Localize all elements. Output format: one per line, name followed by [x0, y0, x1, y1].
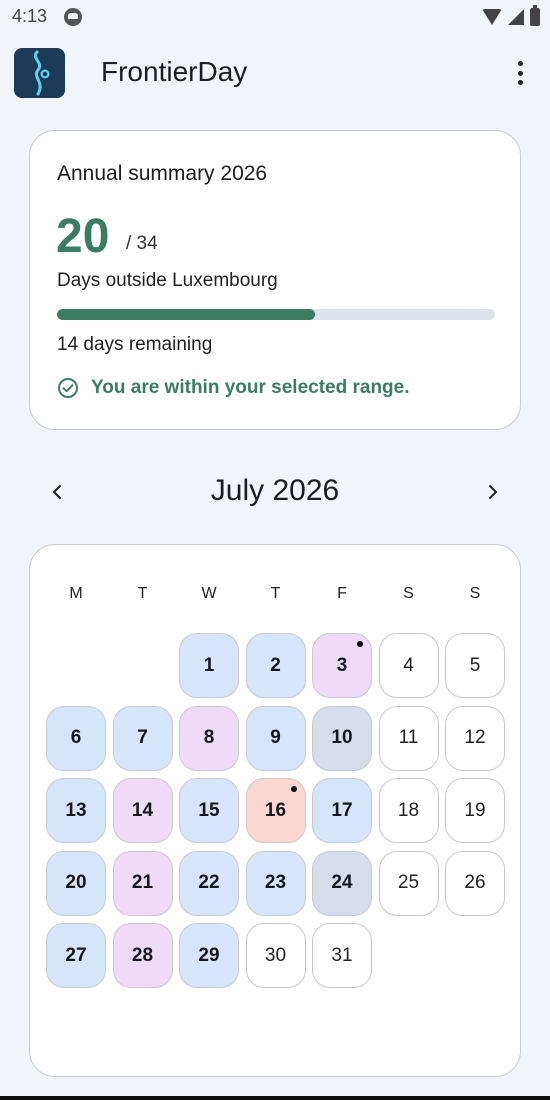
- calendar-day-number: 13: [65, 799, 87, 821]
- more-vert-icon[interactable]: [510, 58, 530, 88]
- calendar-day-number: 28: [131, 944, 154, 966]
- weekday-label: S: [403, 585, 414, 602]
- android-face-icon: [64, 8, 82, 26]
- progress-fill: [57, 309, 315, 320]
- calendar-day[interactable]: 2: [245, 633, 306, 698]
- calendar-day[interactable]: 12: [445, 705, 505, 771]
- weekday-label: F: [337, 585, 347, 602]
- calendar-day[interactable]: 6: [46, 705, 106, 771]
- navigation-bar: [0, 1096, 550, 1100]
- calendar-day[interactable]: 4: [378, 633, 439, 698]
- calendar-day[interactable]: 17: [312, 778, 372, 843]
- summary-subtitle: Days outside Luxembourg: [57, 270, 278, 291]
- calendar-day-number: 5: [469, 654, 481, 676]
- weekday-label: W: [201, 585, 217, 602]
- app-logo: [14, 48, 65, 98]
- calendar-day[interactable]: 29: [179, 923, 239, 988]
- weekday-label: M: [69, 585, 83, 602]
- calendar-day-number: 31: [331, 944, 353, 966]
- calendar-day-number: 1: [203, 654, 215, 676]
- calendar-day-number: 23: [264, 872, 287, 893]
- summary-title: Annual summary 2026: [57, 162, 268, 185]
- status-row: You are within your selected range.: [57, 377, 410, 399]
- weekday-label: S: [469, 585, 481, 602]
- calendar-day-number: 29: [198, 944, 220, 966]
- calendar-day[interactable]: 25: [378, 850, 439, 916]
- calendar-day[interactable]: 23: [245, 850, 306, 916]
- calendar-day[interactable]: 27: [46, 923, 106, 988]
- calendar-day[interactable]: 15: [179, 778, 239, 843]
- range-status-text: You are within your selected range.: [91, 377, 410, 398]
- calendar-day-number: 6: [70, 727, 82, 748]
- app-title: FrontierDay: [101, 56, 248, 87]
- status-bar: 4:13: [0, 0, 550, 34]
- calendar-day[interactable]: 26: [445, 850, 505, 916]
- status-time: 4:13: [12, 6, 48, 26]
- calendar-day[interactable]: 11: [378, 705, 439, 771]
- calendar-day[interactable]: 20: [46, 850, 106, 916]
- signal-icon: [508, 9, 524, 25]
- calendar-day-number: 12: [464, 727, 486, 748]
- calendar-day[interactable]: 13: [46, 778, 106, 843]
- calendar-day-number: 7: [137, 727, 148, 748]
- days-remaining: 14 days remaining: [57, 334, 213, 355]
- calendar-day-number: 4: [403, 654, 414, 676]
- calendar-day[interactable]: 5: [445, 633, 505, 698]
- calendar-day[interactable]: 7: [112, 705, 173, 771]
- calendar-day[interactable]: 1: [179, 633, 239, 698]
- annual-summary-card: Annual summary 2026 20 / 34 Days outside…: [29, 130, 521, 430]
- calendar-day[interactable]: 21: [112, 850, 173, 916]
- calendar-day[interactable]: 30: [245, 923, 306, 988]
- calendar-grid: M T W T F S S 1 2 3 4 5 6 7 8 9 10 11 12 13 14 15 16 17 1…: [29, 544, 521, 1077]
- calendar-day[interactable]: 16: [245, 778, 306, 843]
- calendar-day-number: 19: [464, 799, 486, 821]
- calendar-day-number: 14: [131, 799, 154, 821]
- calendar-day-number: 20: [65, 872, 87, 893]
- calendar-day-number: 2: [270, 654, 281, 676]
- calendar-day-number: 18: [397, 799, 420, 821]
- calendar-day-number: 15: [198, 799, 220, 821]
- calendar-day[interactable]: 3: [312, 633, 372, 698]
- event-indicator-dot: [290, 786, 297, 792]
- calendar-day-number: 30: [264, 944, 287, 966]
- wifi-icon: [482, 9, 502, 25]
- calendar-day-number: 26: [464, 872, 486, 893]
- calendar-day-number: 17: [331, 799, 353, 821]
- calendar-day-number: 3: [336, 654, 348, 676]
- calendar-day[interactable]: 8: [179, 705, 239, 771]
- calendar-day[interactable]: 10: [312, 705, 372, 771]
- chevron-right-icon[interactable]: [478, 477, 508, 507]
- weekday-label: T: [137, 585, 148, 602]
- calendar-day-number: 10: [331, 727, 353, 748]
- calendar-day[interactable]: 28: [112, 923, 173, 988]
- progress-bar: [57, 309, 495, 320]
- check-circle-icon: [58, 378, 78, 398]
- calendar-day-number: 9: [270, 727, 281, 748]
- days-total: / 34: [126, 233, 158, 254]
- calendar-day[interactable]: 31: [312, 923, 372, 988]
- days-outside-count: 20: [56, 210, 110, 263]
- calendar-day[interactable]: 19: [445, 778, 505, 843]
- status-icons: [482, 5, 540, 28]
- battery-icon: [530, 5, 540, 26]
- calendar-day[interactable]: 9: [245, 705, 306, 771]
- event-indicator-dot: [357, 641, 363, 647]
- calendar-day-number: 25: [397, 872, 420, 893]
- month-title: July 2026: [210, 474, 340, 507]
- calendar-day[interactable]: 14: [112, 778, 173, 843]
- calendar-day-number: 27: [65, 944, 87, 966]
- calendar-day-number: 22: [198, 872, 220, 893]
- calendar-day-number: 11: [398, 727, 419, 748]
- calendar-day[interactable]: 24: [312, 850, 372, 916]
- weekday-label: T: [270, 585, 281, 602]
- month-navigation: July 2026: [0, 460, 550, 524]
- calendar-day-number: 24: [331, 872, 353, 893]
- app-bar: FrontierDay: [0, 40, 550, 106]
- calendar-day-number: 16: [264, 799, 287, 821]
- calendar-day[interactable]: 22: [179, 850, 239, 916]
- calendar-day-number: 21: [131, 872, 154, 893]
- calendar-day[interactable]: 18: [378, 778, 439, 843]
- calendar-day-number: 8: [203, 727, 215, 748]
